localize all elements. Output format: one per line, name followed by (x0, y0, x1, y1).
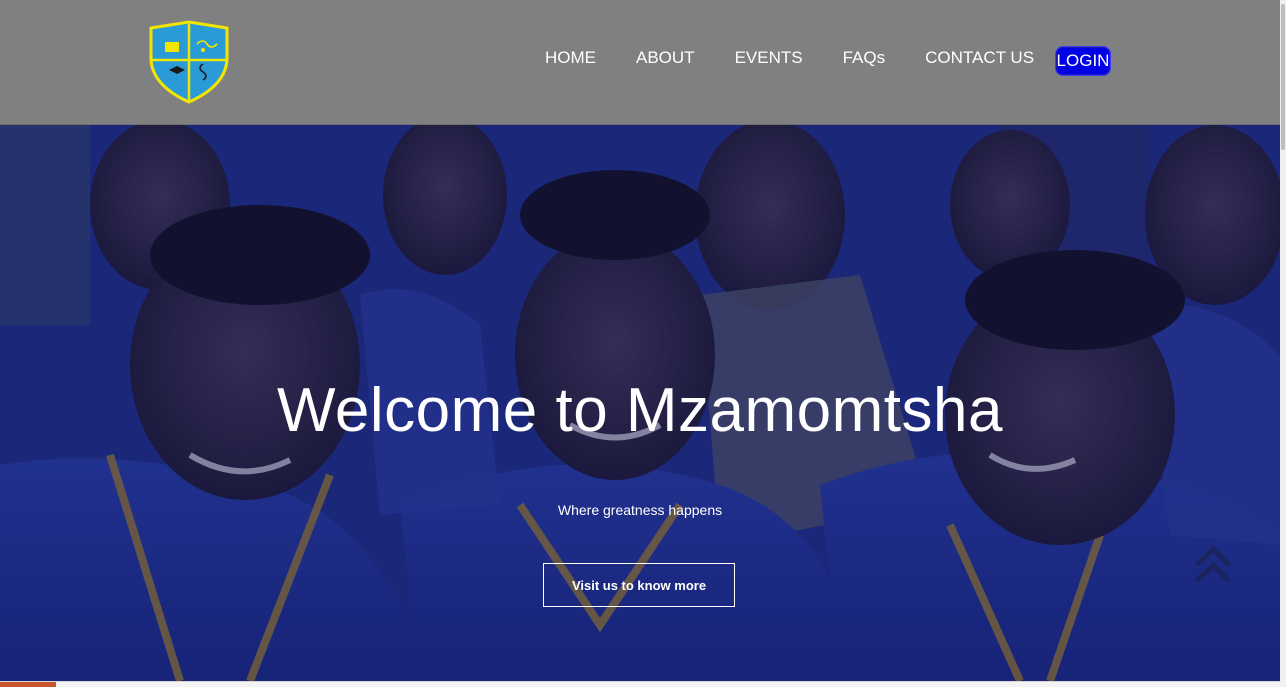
nav-events-link[interactable]: EVENTS (735, 48, 803, 68)
bottom-strip (0, 681, 1280, 687)
nav-home-link[interactable]: HOME (545, 48, 596, 68)
site-header: HOME ABOUT EVENTS FAQs CONTACT US LOGIN (0, 0, 1280, 125)
page-scrollbar[interactable] (1280, 0, 1286, 687)
visit-us-button[interactable]: Visit us to know more (543, 563, 735, 607)
hero-title: Welcome to Mzamomtsha (276, 376, 1003, 445)
main-nav: HOME ABOUT EVENTS FAQs CONTACT US (545, 48, 1074, 68)
nav-about-link[interactable]: ABOUT (636, 48, 695, 68)
login-button[interactable]: LOGIN (1055, 46, 1111, 76)
nav-faqs-link[interactable]: FAQs (843, 48, 886, 68)
scrollbar-thumb[interactable] (1281, 4, 1285, 150)
hero-section: Welcome to Mzamomtsha Where greatness ha… (0, 125, 1280, 681)
page: HOME ABOUT EVENTS FAQs CONTACT US LOGIN (0, 0, 1286, 687)
hero-subtitle: Where greatness happens (557, 502, 723, 518)
school-crest-icon[interactable] (147, 20, 231, 104)
bottom-accent (0, 682, 56, 687)
double-chevron-up-icon[interactable] (1193, 543, 1233, 587)
nav-contact-link[interactable]: CONTACT US (925, 48, 1034, 68)
